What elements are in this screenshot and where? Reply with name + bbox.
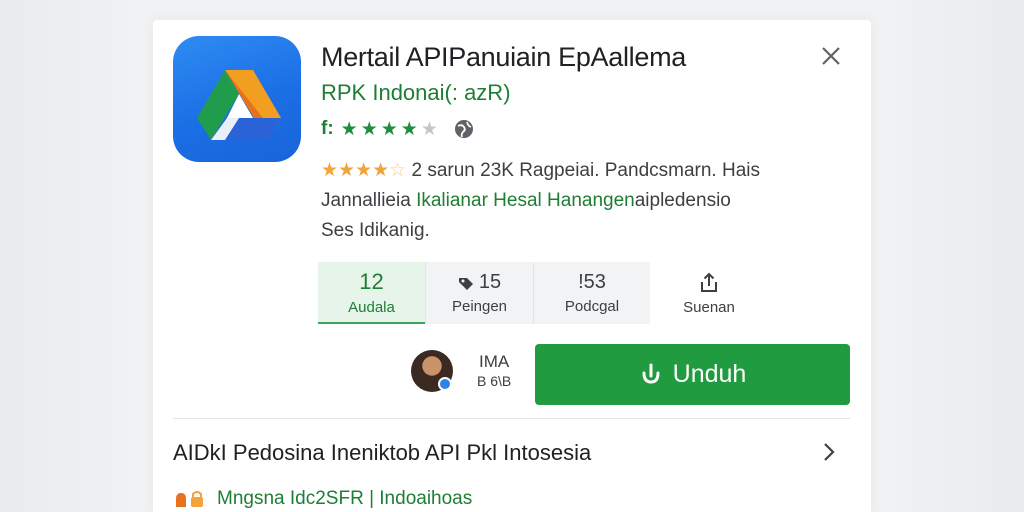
star-icon: ★ — [400, 118, 418, 140]
stat-reviews[interactable]: 15 Peingen — [425, 262, 533, 324]
stat-label: Peingen — [451, 298, 508, 315]
description-text: aipledensio — [634, 190, 731, 211]
stat-value-row: 15 — [458, 271, 501, 294]
close-button[interactable] — [817, 42, 845, 70]
stat-label: Audala — [348, 298, 395, 316]
developer-link[interactable]: RPK Indonai(: azR) — [321, 80, 511, 106]
globe-icon — [454, 120, 473, 138]
star-icon: ★ — [360, 118, 378, 140]
verified-badge-icon — [438, 377, 452, 391]
tag-icon — [458, 277, 473, 290]
stat-downloads[interactable]: !53 Podcgal — [533, 262, 650, 324]
star-icon: ★ — [340, 118, 358, 140]
stat-label: Suenan — [683, 298, 735, 316]
download-icon — [642, 363, 660, 384]
chevron-right-button[interactable] — [817, 440, 841, 464]
stat-value: 15 — [478, 271, 502, 293]
stat-value: !53 — [578, 271, 606, 293]
meta-prefix: f: — [321, 118, 334, 139]
meta-rating-row: f: ★ ★ ★ ★ ★ — [321, 117, 475, 141]
rating-summary-line: ★★★★☆ 2 sarun 23K Ragpeiai. Pandcsmarn. … — [321, 156, 811, 186]
description-line-3: Ses Idikanig. — [321, 220, 430, 241]
star-empty-icon: ★ — [420, 118, 438, 140]
app-title: Mertail APIPanuiain EpAallema — [321, 42, 687, 72]
rating-text: 2 sarun 23K Ragpeiai. Pandcsmarn. Hais — [411, 160, 760, 181]
footer-text[interactable]: Mngsna Idc2SFR | Indoaihoas — [217, 488, 472, 510]
star-icon: ★ — [380, 118, 398, 140]
rating-stars-icon: ★★★★☆ — [321, 160, 407, 181]
stat-value: 12 — [359, 268, 384, 294]
stat-label: Podcgal — [564, 298, 620, 315]
close-icon — [822, 47, 840, 65]
footer-info-row: Mngsna Idc2SFR | Indoaihoas — [173, 488, 472, 510]
chevron-right-icon — [824, 443, 835, 461]
size-info-top: IMA — [479, 352, 510, 371]
description-text: Jannallieia — [321, 190, 411, 211]
install-button-label: Unduh — [672, 360, 747, 388]
description-link[interactable]: Ikalianar Hesal Hanangen — [416, 190, 635, 211]
app-logo-icon — [173, 36, 301, 162]
share-icon — [701, 272, 717, 292]
app-detail-card: Mertail APIPanuiain EpAallema RPK Indona… — [153, 20, 871, 512]
section-title[interactable]: AIDkI Pedosina Ineniktob API Pkl Intoses… — [173, 440, 591, 466]
description-line-2: Jannallieia Ikalianar Hesal Hanangenaipl… — [321, 186, 811, 216]
share-icon-wrap — [697, 271, 721, 295]
lock-badge-icon — [176, 491, 203, 507]
stat-ratings[interactable]: 12 Audala — [318, 262, 425, 324]
share-button[interactable]: Suenan — [650, 262, 768, 324]
size-info-bottom: B 6\B — [477, 373, 512, 389]
install-button[interactable]: Unduh — [535, 344, 850, 405]
stats-bar: 12 Audala 15 Peingen !53 Podcgal Suenan — [318, 262, 768, 324]
app-description: ★★★★☆ 2 sarun 23K Ragpeiai. Pandcsmarn. … — [321, 156, 811, 246]
divider — [173, 418, 850, 419]
